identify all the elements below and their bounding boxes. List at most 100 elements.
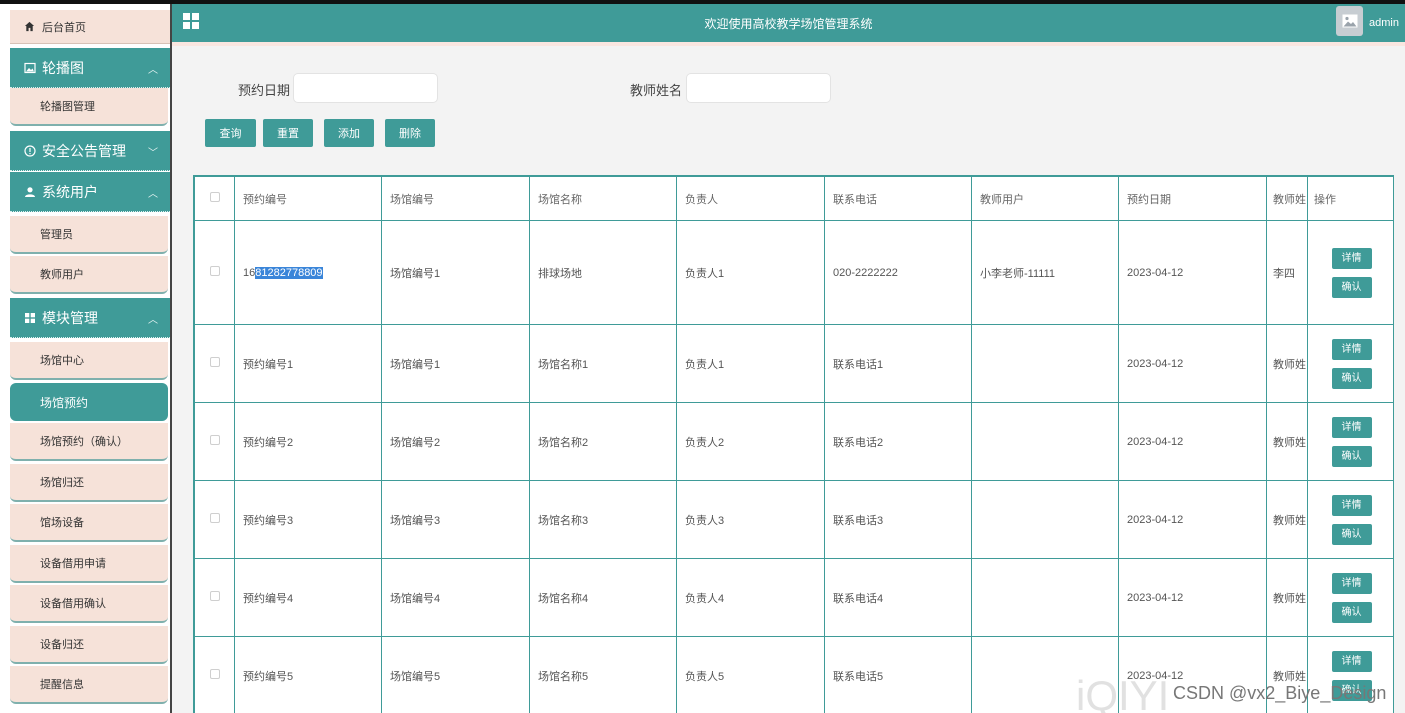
teacher-name-input[interactable] [686, 73, 831, 103]
sidebar-item-carousel-manage[interactable]: 轮播图管理 [10, 88, 168, 126]
venue-no-cell: 场馆编号1 [381, 324, 530, 403]
sidebar-item-label: 场馆预约 [40, 395, 89, 410]
confirm-button[interactable]: 确认 [1331, 445, 1372, 467]
table-row: 1681282778809 场馆编号1 排球场地 负责人1 020-222222… [194, 220, 1393, 325]
row-checkbox[interactable] [194, 480, 235, 559]
column-header[interactable]: 预约编号 [234, 176, 382, 221]
sidebar-item-venue-return[interactable]: 场馆归还 [10, 464, 168, 502]
booking-id-cell: 预约编号3 [234, 480, 382, 559]
sidebar-group-carousel[interactable]: 轮播图 ︿ [10, 48, 170, 88]
add-button[interactable]: 添加 [324, 119, 374, 147]
teacher-name-cell: 教师姓 [1266, 402, 1308, 481]
table-row: 预约编号2 场馆编号2 场馆名称2 负责人2 联系电话2 2023-04-12 … [194, 402, 1393, 481]
booking-date-input[interactable] [293, 73, 438, 103]
confirm-button[interactable]: 确认 [1331, 523, 1372, 545]
sidebar-item-venue-booking-confirm[interactable]: 场馆预约（确认） [10, 423, 168, 461]
detail-button[interactable]: 详情 [1331, 247, 1372, 269]
sidebar-item-label: 场馆归还 [40, 477, 84, 489]
detail-button[interactable]: 详情 [1331, 416, 1372, 438]
delete-button[interactable]: 删除 [385, 119, 435, 147]
sidebar-group-modules[interactable]: 模块管理 ︿ [10, 298, 170, 338]
sidebar-item-venue-equipment[interactable]: 馆场设备 [10, 504, 168, 542]
sidebar-item-reminders[interactable]: 提醒信息 [10, 666, 168, 704]
sidebar-item-venue-booking[interactable]: 场馆预约 [10, 383, 168, 421]
booking-date-label: 预约日期 [238, 83, 291, 98]
column-header[interactable]: 场馆编号 [381, 176, 530, 221]
booking-id-cell: 预约编号4 [234, 558, 382, 637]
row-checkbox[interactable] [194, 220, 235, 325]
detail-button[interactable]: 详情 [1331, 572, 1372, 594]
actions-cell: 详情 确认 [1307, 324, 1393, 403]
query-button[interactable]: 查询 [205, 119, 256, 147]
sidebar-item-admin[interactable]: 管理员 [10, 216, 168, 254]
watermark-credit: CSDN @vx2_Biye_Design [1173, 683, 1387, 703]
venue-name-cell: 场馆名称4 [529, 558, 677, 637]
sidebar-item-teacher-users[interactable]: 教师用户 [10, 256, 168, 294]
row-checkbox[interactable] [194, 636, 235, 713]
column-header[interactable]: 预约日期 [1118, 176, 1267, 221]
phone-cell: 020-2222222 [824, 220, 972, 325]
teacher-user-cell [971, 324, 1119, 403]
home-icon [24, 21, 35, 32]
detail-button[interactable]: 详情 [1331, 650, 1372, 672]
sidebar-item-home[interactable]: 后台首页 [10, 10, 170, 44]
table-row: 预约编号3 场馆编号3 场馆名称3 负责人3 联系电话3 2023-04-12 … [194, 480, 1393, 559]
chevron-down-icon: ﹀ [148, 148, 158, 159]
booking-id-cell: 1681282778809 [234, 220, 382, 325]
venue-name-cell: 场馆名称2 [529, 402, 677, 481]
sidebar-item-label: 教师用户 [40, 269, 84, 281]
booking-date-cell: 2023-04-12 [1118, 402, 1267, 481]
sidebar-group-system-users[interactable]: 系统用户 ︿ [10, 172, 170, 212]
venue-no-cell: 场馆编号2 [381, 402, 530, 481]
teacher-name-label: 教师姓名 [630, 83, 683, 98]
column-header[interactable]: 场馆名称 [529, 176, 677, 221]
table-header-row: 预约编号 场馆编号 场馆名称 负责人 联系电话 教师用户 预约日期 教师姓 操作 [194, 176, 1393, 221]
select-all-checkbox[interactable] [194, 176, 235, 221]
booking-id-cell: 预约编号1 [234, 324, 382, 403]
sidebar-item-equipment-return[interactable]: 设备归还 [10, 626, 168, 664]
column-header[interactable]: 联系电话 [824, 176, 972, 221]
booking-date-cell: 2023-04-12 [1118, 220, 1267, 325]
sidebar-item-label: 设备借用申请 [40, 558, 106, 570]
row-checkbox[interactable] [194, 402, 235, 481]
confirm-button[interactable]: 确认 [1331, 367, 1372, 389]
grid-icon [24, 312, 36, 324]
confirm-button[interactable]: 确认 [1331, 601, 1372, 623]
phone-cell: 联系电话5 [824, 636, 972, 713]
detail-button[interactable]: 详情 [1331, 494, 1372, 516]
booking-id-cell: 预约编号2 [234, 402, 382, 481]
column-header[interactable]: 教师姓 [1266, 176, 1308, 221]
booking-id-cell: 预约编号5 [234, 636, 382, 713]
manager-cell: 负责人2 [676, 402, 825, 481]
avatar[interactable] [1336, 6, 1363, 36]
venue-name-cell: 场馆名称5 [529, 636, 677, 713]
sidebar-group-safety-notice[interactable]: 安全公告管理 ﹀ [10, 131, 170, 171]
column-header[interactable]: 负责人 [676, 176, 825, 221]
venue-name-cell: 场馆名称3 [529, 480, 677, 559]
user-icon [24, 186, 36, 198]
table-row: 预约编号1 场馆编号1 场馆名称1 负责人1 联系电话1 2023-04-12 … [194, 324, 1393, 403]
sidebar-item-equipment-borrow-apply[interactable]: 设备借用申请 [10, 545, 168, 583]
sidebar-item-venue-center[interactable]: 场馆中心 [10, 342, 168, 380]
venue-name-cell: 场馆名称1 [529, 324, 677, 403]
reset-button[interactable]: 重置 [263, 119, 313, 147]
sidebar-item-label: 提醒信息 [40, 679, 84, 691]
row-checkbox[interactable] [194, 558, 235, 637]
chevron-up-icon: ︿ [148, 315, 158, 326]
row-checkbox[interactable] [194, 324, 235, 403]
image-icon [24, 62, 36, 74]
detail-button[interactable]: 详情 [1331, 338, 1372, 360]
confirm-button[interactable]: 确认 [1331, 276, 1372, 298]
sidebar-item-equipment-borrow-confirm[interactable]: 设备借用确认 [10, 585, 168, 623]
sidebar-item-label: 管理员 [40, 229, 73, 241]
booking-date-cell: 2023-04-12 [1118, 324, 1267, 403]
booking-id-text: 16 [243, 266, 256, 279]
teacher-name-cell: 李四 [1266, 220, 1308, 325]
venue-name-cell: 排球场地 [529, 220, 677, 325]
venue-no-cell: 场馆编号4 [381, 558, 530, 637]
username[interactable]: admin [1369, 17, 1399, 29]
watermark-logo: iQIYI [1076, 672, 1170, 713]
actions-cell: 详情 确认 [1307, 220, 1393, 325]
sidebar-group-label: 安全公告管理 [42, 142, 126, 159]
column-header[interactable]: 教师用户 [971, 176, 1119, 221]
